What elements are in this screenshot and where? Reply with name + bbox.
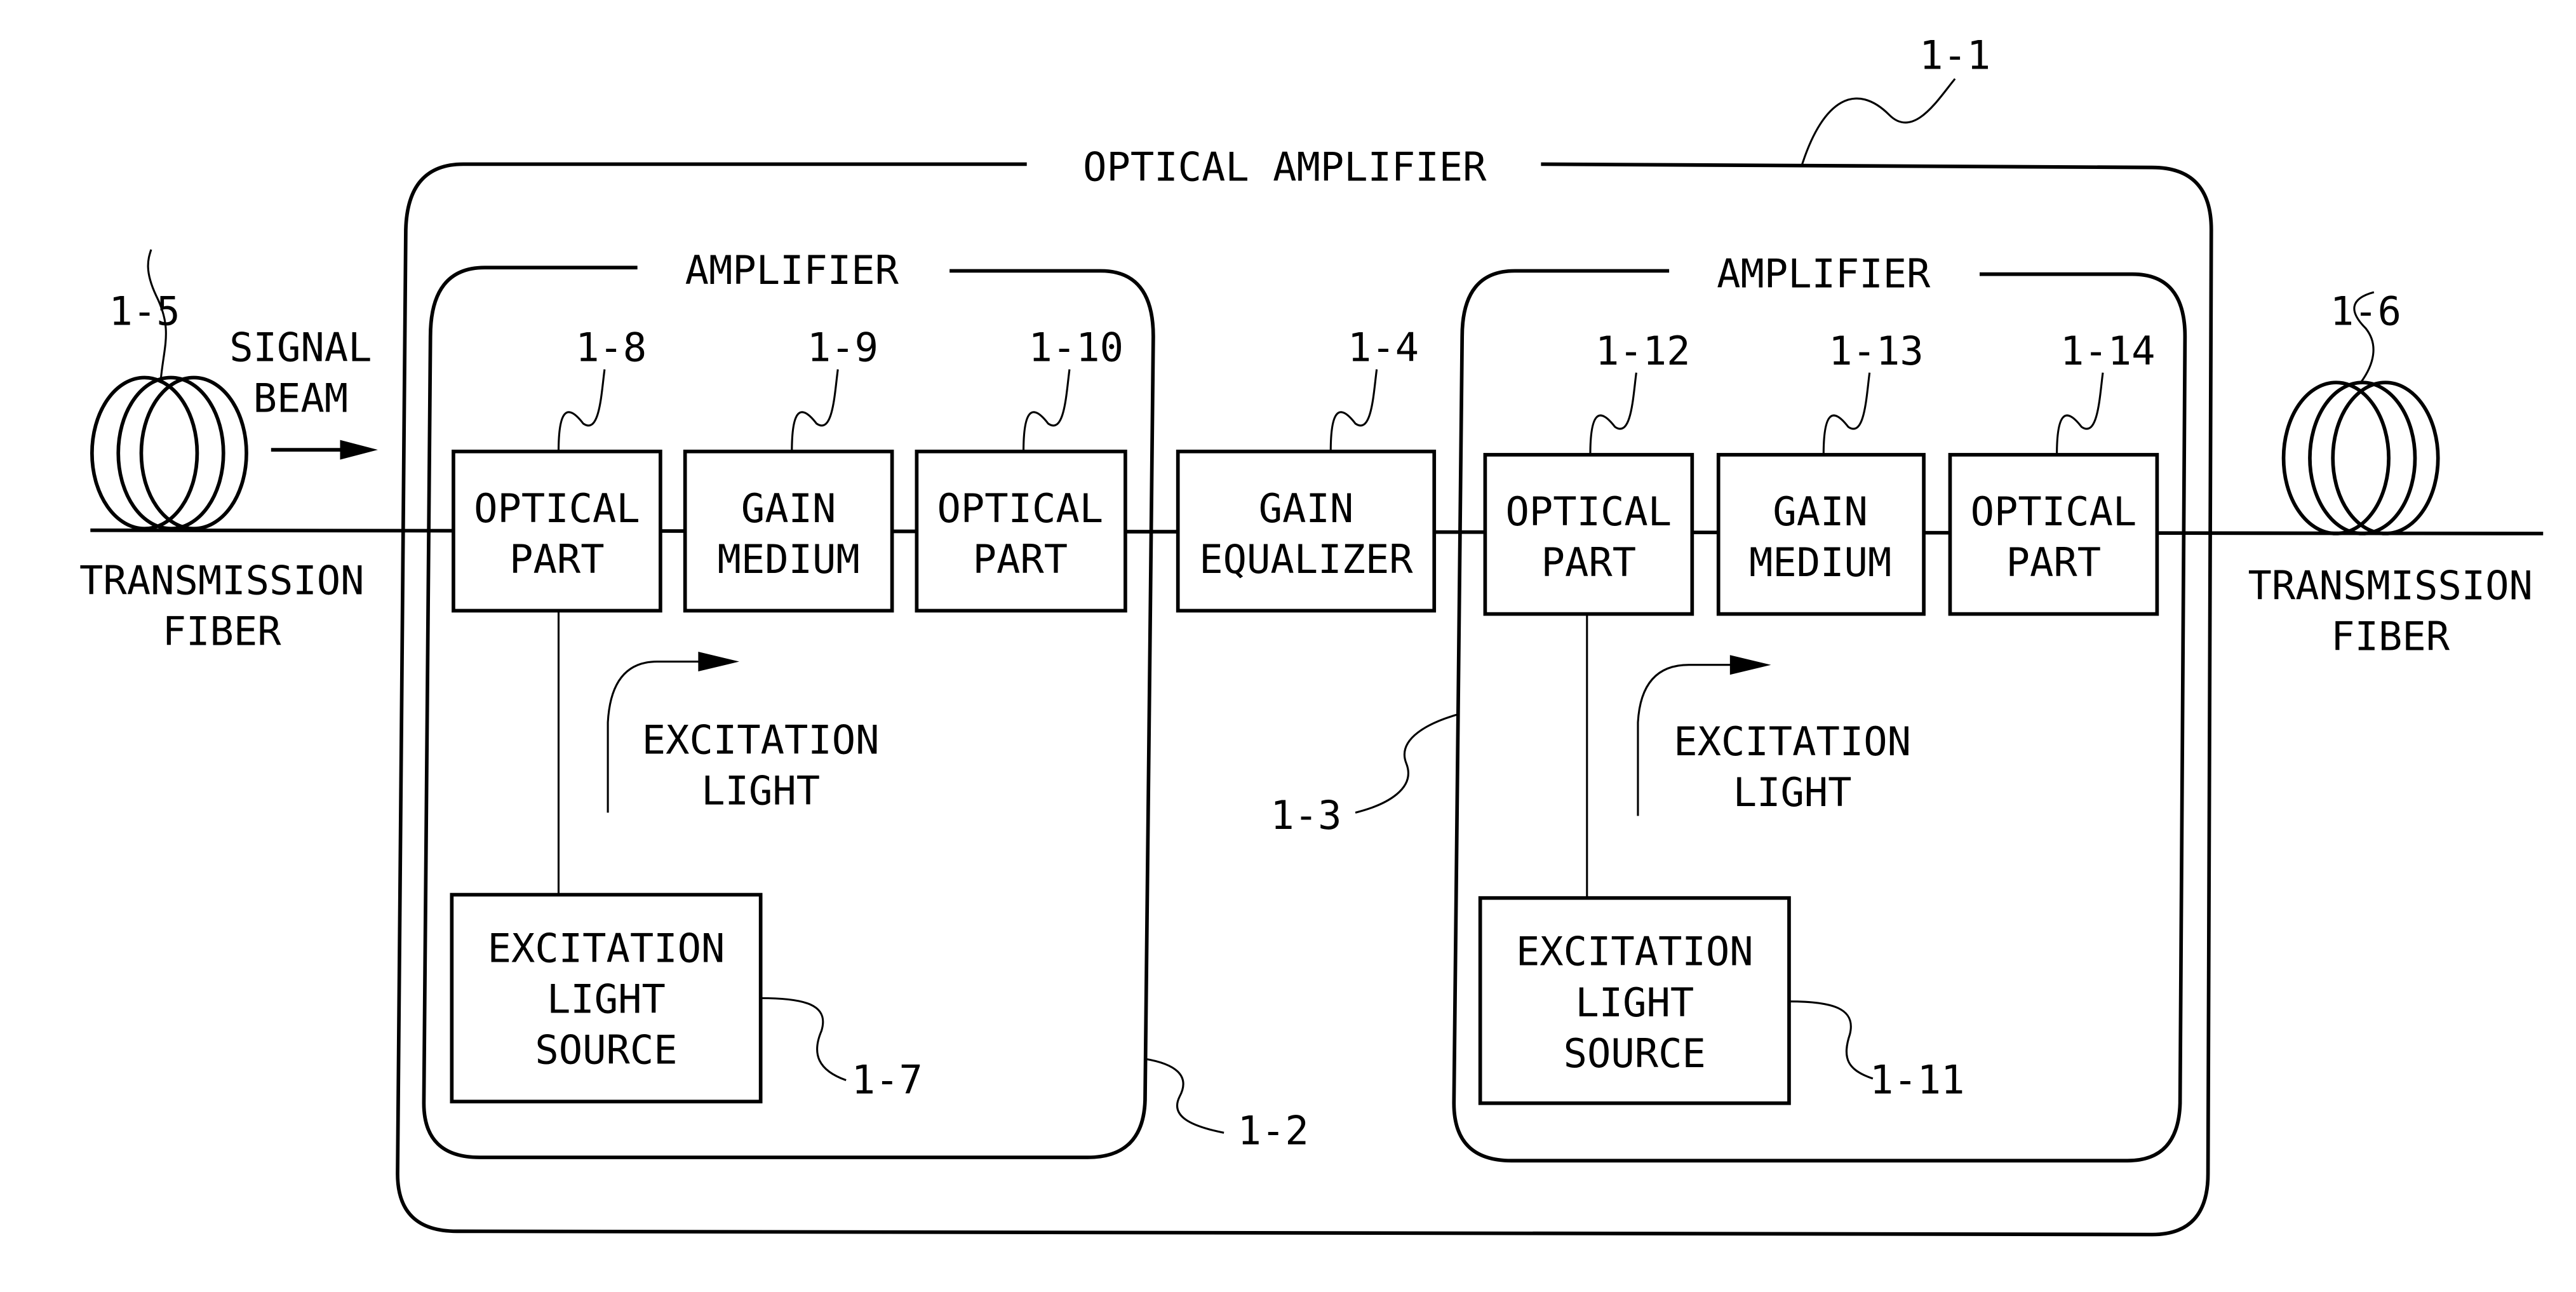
excitation-light-label-left-2: LIGHT <box>701 767 820 814</box>
svg-text:GAIN: GAIN <box>1259 485 1353 532</box>
signal-beam-label: SIGNAL <box>229 325 372 371</box>
block-optical-part-1-14: OPTICAL PART <box>1948 453 2159 616</box>
excitation-arrowhead-left <box>698 652 740 672</box>
ref-1-5: 1-5 <box>109 288 180 335</box>
ref-1-14: 1-14 <box>2060 328 2155 374</box>
block-optical-part-1-8: OPTICAL PART <box>452 449 662 613</box>
ref-leader-1-3 <box>1355 713 1459 814</box>
svg-text:MEDIUM: MEDIUM <box>1749 539 1891 586</box>
svg-text:LIGHT: LIGHT <box>547 976 666 1023</box>
svg-text:GAIN: GAIN <box>741 485 836 532</box>
svg-text:PART: PART <box>1541 539 1636 586</box>
block-gain-medium-1-13: GAIN MEDIUM <box>1716 453 1926 616</box>
svg-text:PART: PART <box>973 536 1068 582</box>
ref-1-1: 1-1 <box>1919 32 1990 79</box>
svg-text:OPTICAL: OPTICAL <box>474 485 640 532</box>
optical-amplifier-title: OPTICAL AMPLIFIER <box>1083 144 1487 190</box>
ref-1-7: 1-7 <box>852 1056 923 1103</box>
ref-leader-1-2 <box>1144 1058 1224 1134</box>
ref-1-10: 1-10 <box>1029 325 1124 371</box>
amplifier-right-title: AMPLIFIER <box>1717 250 1931 297</box>
excitation-light-label-left: EXCITATION <box>642 717 880 763</box>
fiber-in-label-2: FIBER <box>163 609 282 655</box>
ref-leader-1-9 <box>791 369 839 452</box>
excitation-light-label-right-2: LIGHT <box>1733 769 1852 816</box>
block-gain-equalizer-1-4: GAIN EQUALIZER <box>1176 449 1437 613</box>
ref-1-2: 1-2 <box>1238 1107 1309 1154</box>
svg-text:EXCITATION: EXCITATION <box>1516 929 1754 975</box>
ref-1-13: 1-13 <box>1828 328 1923 374</box>
excitation-light-label-right: EXCITATION <box>1674 718 1911 765</box>
svg-text:OPTICAL: OPTICAL <box>1506 488 1672 535</box>
block-gain-medium-1-9: GAIN MEDIUM <box>683 449 894 613</box>
ref-1-12: 1-12 <box>1595 328 1690 374</box>
ref-leader-1-4 <box>1329 369 1378 452</box>
svg-text:EXCITATION: EXCITATION <box>488 925 725 972</box>
ref-1-6: 1-6 <box>2330 288 2401 335</box>
fiber-out-label-2: FIBER <box>2331 613 2450 659</box>
signal-beam-label-2: BEAM <box>253 375 348 422</box>
ref-1-8: 1-8 <box>575 325 647 371</box>
ref-1-9: 1-9 <box>807 325 878 371</box>
ref-leader-1-8 <box>557 369 606 452</box>
ref-leader-1-13 <box>1822 372 1871 455</box>
svg-text:LIGHT: LIGHT <box>1575 979 1694 1026</box>
svg-text:OPTICAL: OPTICAL <box>1971 488 2137 535</box>
signal-arrowhead <box>340 440 378 460</box>
fiber-in-label: TRANSMISSION <box>79 558 364 604</box>
amplifier-left-title: AMPLIFIER <box>685 247 899 293</box>
block-optical-part-1-10: OPTICAL PART <box>915 449 1127 613</box>
ref-1-4: 1-4 <box>1348 325 1419 371</box>
fiber-coil-output <box>2281 380 2440 535</box>
excitation-arrowhead-right <box>1729 655 1771 675</box>
excitation-light-source-1-7: EXCITATION LIGHT SOURCE <box>450 892 763 1104</box>
svg-text:SOURCE: SOURCE <box>535 1027 677 1073</box>
svg-text:PART: PART <box>509 536 604 582</box>
fiber-out-label: TRANSMISSION <box>2248 562 2532 609</box>
block-optical-part-1-12: OPTICAL PART <box>1483 453 1694 616</box>
excitation-light-source-1-11: EXCITATION LIGHT SOURCE <box>1478 896 1791 1105</box>
ref-leader-1-11 <box>1788 1000 1874 1080</box>
fiber-coil-input <box>90 375 248 531</box>
ref-1-3: 1-3 <box>1270 792 1341 838</box>
svg-text:SOURCE: SOURCE <box>1564 1030 1706 1077</box>
ref-1-11: 1-11 <box>1870 1056 1964 1103</box>
svg-text:PART: PART <box>2006 539 2101 586</box>
ref-leader-1-14 <box>2056 372 2104 455</box>
optical-amplifier-diagram: OPTICAL AMPLIFIER 1-1 AMPLIFIER AMPLIFIE… <box>79 32 2544 1237</box>
svg-text:OPTICAL: OPTICAL <box>937 485 1104 532</box>
svg-text:EQUALIZER: EQUALIZER <box>1199 536 1413 582</box>
ref-leader-1-1 <box>1801 78 1956 165</box>
ref-leader-1-12 <box>1589 372 1637 455</box>
ref-leader-1-7 <box>760 997 847 1082</box>
svg-text:GAIN: GAIN <box>1773 488 1867 535</box>
ref-leader-1-10 <box>1022 369 1071 452</box>
svg-text:MEDIUM: MEDIUM <box>718 536 860 582</box>
